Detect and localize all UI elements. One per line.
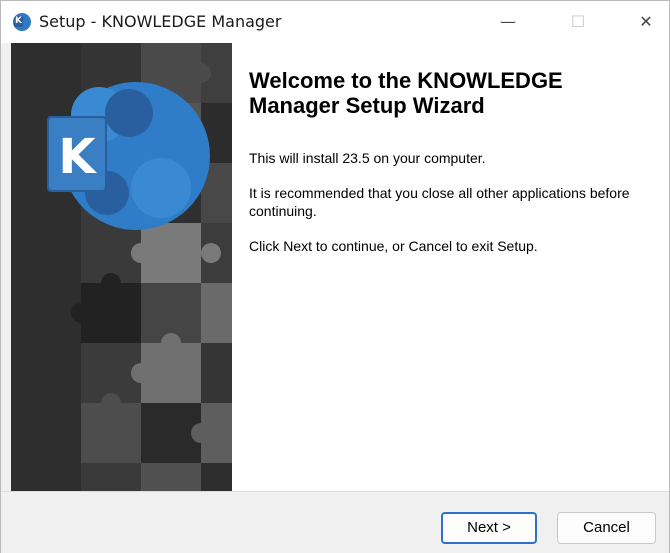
welcome-heading: Welcome to the KNOWLEDGE Manager Setup W… [249,68,563,118]
maximize-icon: ☐ [570,12,586,31]
puzzle-background-image: K [11,43,232,491]
wizard-footer: Next > Cancel [1,491,669,553]
next-button[interactable]: Next > [441,512,537,544]
maximize-button: ☐ [555,1,601,43]
wizard-side-image: K [11,43,232,491]
close-button[interactable]: ✕ [623,1,669,43]
setup-wizard-window: K Setup - KNOWLEDGE Manager — ☐ ✕ K Welc… [0,0,670,553]
minimize-button[interactable]: — [485,1,531,43]
welcome-text-panel: Welcome to the KNOWLEDGE Manager Setup W… [249,43,659,255]
wizard-content: K Welcome to the KNOWLEDGE Manager Setup… [11,43,669,491]
logo-letter: K [58,129,97,185]
close-icon: ✕ [639,12,653,31]
cancel-button[interactable]: Cancel [557,512,656,544]
install-info-text: This will install 23.5 on your computer. [249,150,486,166]
close-apps-text: It is recommended that you close all oth… [249,185,630,219]
window-title: Setup - KNOWLEDGE Manager [39,12,282,31]
continue-instructions-text: Click Next to continue, or Cancel to exi… [249,238,538,254]
title-bar[interactable]: K Setup - KNOWLEDGE Manager — ☐ ✕ [1,1,669,43]
minimize-icon: — [500,12,516,31]
app-icon: K [13,13,31,31]
app-icon-letter: K [14,16,23,27]
